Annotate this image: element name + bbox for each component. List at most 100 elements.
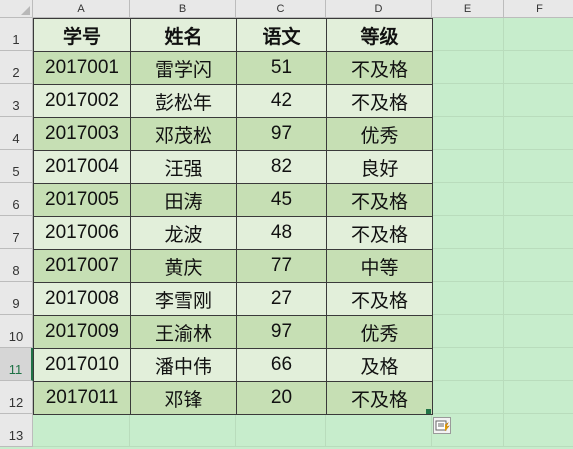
cell[interactable] xyxy=(504,51,573,84)
cell-grade[interactable]: 不及格 xyxy=(326,381,433,415)
cell[interactable] xyxy=(432,381,504,414)
cell[interactable] xyxy=(504,414,573,447)
row-header-2[interactable]: 2 xyxy=(0,51,33,84)
cell[interactable] xyxy=(504,18,573,51)
cell[interactable] xyxy=(432,183,504,216)
cell-student-id[interactable]: 2017002 xyxy=(33,84,131,118)
cell[interactable] xyxy=(504,183,573,216)
column-header-d[interactable]: D xyxy=(326,0,432,18)
cell-grade[interactable]: 不及格 xyxy=(326,216,433,250)
cell-student-id[interactable]: 2017001 xyxy=(33,51,131,85)
cell[interactable] xyxy=(33,414,130,447)
row-header-6[interactable]: 6 xyxy=(0,183,33,216)
cell-name[interactable]: 田涛 xyxy=(130,183,237,217)
cell-grade[interactable]: 不及格 xyxy=(326,183,433,217)
cell-chinese-score[interactable]: 48 xyxy=(236,216,327,250)
cell-name[interactable]: 彭松年 xyxy=(130,84,237,118)
cell[interactable] xyxy=(130,414,236,447)
cell-grade[interactable]: 不及格 xyxy=(326,51,433,85)
header-student-id[interactable]: 学号 xyxy=(33,18,131,52)
row-header-9[interactable]: 9 xyxy=(0,282,33,315)
cell[interactable] xyxy=(432,150,504,183)
cell-name[interactable]: 雷学闪 xyxy=(130,51,237,85)
cell-student-id[interactable]: 2017005 xyxy=(33,183,131,217)
cell[interactable] xyxy=(504,117,573,150)
header-chinese-score[interactable]: 语文 xyxy=(236,18,327,52)
cell[interactable] xyxy=(432,84,504,117)
table-row: 2017006 龙波 48 不及格 xyxy=(33,216,433,250)
cell-grade[interactable]: 及格 xyxy=(326,348,433,382)
cell[interactable] xyxy=(504,282,573,315)
row-header-13[interactable]: 13 xyxy=(0,414,33,447)
cell-chinese-score[interactable]: 20 xyxy=(236,381,327,415)
cell-grade[interactable]: 中等 xyxy=(326,249,433,283)
cell[interactable] xyxy=(432,117,504,150)
cell[interactable] xyxy=(504,216,573,249)
column-header-e[interactable]: E xyxy=(432,0,504,18)
cell[interactable] xyxy=(236,414,326,447)
cell[interactable] xyxy=(432,18,504,51)
cell-grade[interactable]: 不及格 xyxy=(326,282,433,316)
cell-student-id[interactable]: 2017007 xyxy=(33,249,131,283)
paste-options-icon[interactable] xyxy=(433,417,451,434)
cell-name[interactable]: 李雪刚 xyxy=(130,282,237,316)
select-all-corner[interactable] xyxy=(0,0,33,18)
cell-chinese-score[interactable]: 27 xyxy=(236,282,327,316)
cell-name[interactable]: 潘中伟 xyxy=(130,348,237,382)
cell-chinese-score[interactable]: 97 xyxy=(236,117,327,151)
cell[interactable] xyxy=(504,315,573,348)
cell-chinese-score[interactable]: 77 xyxy=(236,249,327,283)
row-header-7[interactable]: 7 xyxy=(0,216,33,249)
header-grade[interactable]: 等级 xyxy=(326,18,433,52)
cell[interactable] xyxy=(504,84,573,117)
row-header-11[interactable]: 11 xyxy=(0,348,33,381)
cell[interactable] xyxy=(432,315,504,348)
cell-student-id[interactable]: 2017003 xyxy=(33,117,131,151)
row-header-4[interactable]: 4 xyxy=(0,117,33,150)
column-header-f[interactable]: F xyxy=(504,0,573,18)
cell-chinese-score[interactable]: 45 xyxy=(236,183,327,217)
cell-chinese-score[interactable]: 42 xyxy=(236,84,327,118)
cell[interactable] xyxy=(432,216,504,249)
cell-student-id[interactable]: 2017004 xyxy=(33,150,131,184)
cell-name[interactable]: 邓茂松 xyxy=(130,117,237,151)
cell-chinese-score[interactable]: 51 xyxy=(236,51,327,85)
cell-name[interactable]: 王渝林 xyxy=(130,315,237,349)
cell[interactable] xyxy=(432,249,504,282)
cell-grade[interactable]: 不及格 xyxy=(326,84,433,118)
cell-name[interactable]: 龙波 xyxy=(130,216,237,250)
cell-grade[interactable]: 优秀 xyxy=(326,117,433,151)
cell-student-id[interactable]: 2017010 xyxy=(33,348,131,382)
row-header-1[interactable]: 1 xyxy=(0,18,33,51)
row-header-12[interactable]: 12 xyxy=(0,381,33,414)
cell-name[interactable]: 汪强 xyxy=(130,150,237,184)
cell[interactable] xyxy=(432,282,504,315)
cell-student-id[interactable]: 2017009 xyxy=(33,315,131,349)
header-name[interactable]: 姓名 xyxy=(130,18,237,52)
cell-chinese-score[interactable]: 66 xyxy=(236,348,327,382)
cell[interactable] xyxy=(504,150,573,183)
cell-student-id[interactable]: 2017008 xyxy=(33,282,131,316)
fill-handle[interactable] xyxy=(426,409,431,414)
cell[interactable] xyxy=(432,348,504,381)
cell[interactable] xyxy=(504,381,573,414)
cell[interactable] xyxy=(504,348,573,381)
cell-student-id[interactable]: 2017011 xyxy=(33,381,131,415)
cell-name[interactable]: 黄庆 xyxy=(130,249,237,283)
row-header-5[interactable]: 5 xyxy=(0,150,33,183)
row-header-3[interactable]: 3 xyxy=(0,84,33,117)
column-header-b[interactable]: B xyxy=(130,0,236,18)
cell-name[interactable]: 邓锋 xyxy=(130,381,237,415)
row-header-8[interactable]: 8 xyxy=(0,249,33,282)
cell-chinese-score[interactable]: 82 xyxy=(236,150,327,184)
cell[interactable] xyxy=(326,414,432,447)
cell-student-id[interactable]: 2017006 xyxy=(33,216,131,250)
column-header-c[interactable]: C xyxy=(236,0,326,18)
row-header-10[interactable]: 10 xyxy=(0,315,33,348)
column-header-a[interactable]: A xyxy=(33,0,130,18)
cell-grade[interactable]: 良好 xyxy=(326,150,433,184)
cell-chinese-score[interactable]: 97 xyxy=(236,315,327,349)
cell[interactable] xyxy=(504,249,573,282)
cell[interactable] xyxy=(432,51,504,84)
cell-grade[interactable]: 优秀 xyxy=(326,315,433,349)
